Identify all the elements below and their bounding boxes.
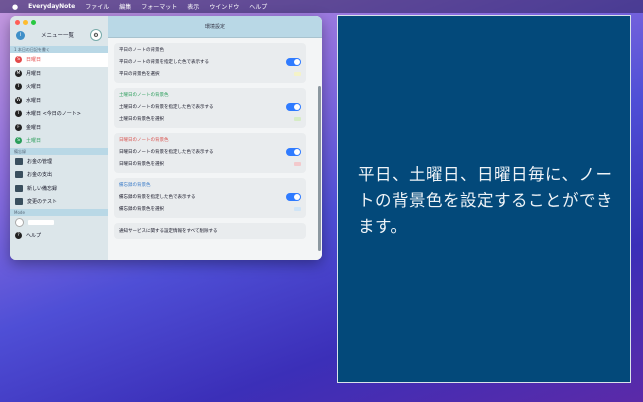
sidebar-item-label: 土曜日 <box>26 138 42 145</box>
weekday-color-group: 平日のノートの背景色 平日のノートの背景を指定した色で表示する 平日の背景色を選… <box>114 43 306 83</box>
sidebar-item-label: ヘルプ <box>26 233 42 240</box>
sidebar-item-label: 金曜日 <box>26 124 42 131</box>
group-option-label: 平日のノートの背景を指定した色で表示する <box>119 60 209 65</box>
saturday-color-group: 土曜日のノートの背景色 土曜日のノートの背景を指定した色で表示する 土曜日の背景… <box>114 88 306 128</box>
sidebar-item-thursday[interactable]: T 木曜日 <今日のノート> <box>10 107 108 121</box>
memo-color-group: 備忘録の背景色 備忘録の背景を指定した色で表示する 備忘録の背景色を選択 <box>114 178 306 218</box>
apple-icon[interactable]: ● <box>12 3 18 11</box>
menu-app-name[interactable]: EverydayNote <box>28 3 75 10</box>
sidebar-item-friday[interactable]: F 金曜日 <box>10 121 108 135</box>
weekday-color-toggle[interactable] <box>286 58 301 66</box>
sunday-color-group: 日曜日のノートの背景色 日曜日のノートの背景を指定した色で表示する 日曜日の背景… <box>114 133 306 173</box>
mode-placeholder <box>28 219 54 225</box>
promo-panel: 平日、土曜日、日曜日毎に、ノートの背景色を設定することができます。 <box>337 15 631 383</box>
group-title: 日曜日のノートの背景色 <box>119 138 169 143</box>
sidebar-item-label: 新しい備忘録 <box>27 185 58 192</box>
minimize-button[interactable] <box>23 20 28 25</box>
group-option-label: 日曜日のノートの背景を指定した色で表示する <box>119 150 214 155</box>
sidebar-item-label: 月曜日 <box>26 70 42 77</box>
thursday-badge-icon: T <box>15 110 22 118</box>
zoom-button[interactable] <box>31 20 36 25</box>
weekday-color-well[interactable] <box>294 72 301 76</box>
saturday-badge-icon: S <box>15 137 22 145</box>
sidebar-memo-item[interactable]: 変更のテスト <box>10 195 108 209</box>
sidebar-item-mode[interactable] <box>10 216 108 230</box>
memo-icon <box>15 198 23 206</box>
memo-icon <box>15 171 23 179</box>
menu-bar: ● EverydayNote ファイル 編集 フォーマット 表示 ウインドウ ヘ… <box>0 0 643 13</box>
sidebar-item-sunday[interactable]: S 日曜日 <box>10 53 108 67</box>
settings-scrollbar[interactable] <box>318 86 321 251</box>
sidebar-item-monday[interactable]: M 月曜日 <box>10 67 108 81</box>
menu-file[interactable]: ファイル <box>85 2 109 11</box>
sidebar-item-wednesday[interactable]: W 水曜日 <box>10 94 108 108</box>
sidebar-item-label: お金の管理 <box>27 158 53 165</box>
sunday-color-well[interactable] <box>294 162 301 166</box>
sidebar-item-label: 変更のテスト <box>27 199 58 206</box>
delete-notification-settings-label: 通知サービスに関する設定情報をすべて削除する <box>119 229 218 234</box>
menu-edit[interactable]: 編集 <box>119 2 131 11</box>
delete-notification-settings-row[interactable]: 通知サービスに関する設定情報をすべて削除する <box>119 225 301 237</box>
memo-color-well[interactable] <box>294 207 301 211</box>
help-icon: ? <box>15 232 22 240</box>
sidebar-item-label: お金の支出 <box>27 172 53 179</box>
menu-help[interactable]: ヘルプ <box>249 2 267 11</box>
close-button[interactable] <box>15 20 20 25</box>
saturday-color-toggle[interactable] <box>286 103 301 111</box>
group-option-label: 土曜日の背景色を選択 <box>119 117 164 122</box>
section-memo: 備忘録 <box>10 147 108 155</box>
info-icon[interactable]: i <box>16 30 25 40</box>
sidebar-item-label: 木曜日 <今日のノート> <box>26 111 81 118</box>
group-title: 備忘録の背景色 <box>119 183 151 188</box>
sidebar-memo-item[interactable]: 新しい備忘録 <box>10 182 108 196</box>
sidebar-memo-item[interactable]: お金の管理 <box>10 155 108 169</box>
sunday-color-toggle[interactable] <box>286 148 301 156</box>
group-option-label: 備忘録の背景色を選択 <box>119 207 164 212</box>
promo-caption: 平日、土曜日、日曜日毎に、ノートの背景色を設定することができます。 <box>358 165 613 236</box>
settings-panel: 環境設定 平日のノートの背景色 平日のノートの背景を指定した色で表示する 平日の… <box>108 16 322 260</box>
memo-color-toggle[interactable] <box>286 193 301 201</box>
group-option-label: 土曜日のノートの背景を指定した色で表示する <box>119 105 214 110</box>
sidebar-item-saturday[interactable]: S 土曜日 <box>10 134 108 148</box>
section-mode: Mode <box>10 208 108 216</box>
sidebar-header: i メニュー一覧 ⚙ <box>10 26 108 44</box>
sidebar-item-label: 日曜日 <box>26 57 42 64</box>
sidebar-item-tuesday[interactable]: T 火曜日 <box>10 80 108 94</box>
sidebar-title: メニュー一覧 <box>40 33 74 39</box>
sidebar-item-help[interactable]: ? ヘルプ <box>10 229 108 243</box>
sidebar-item-label: 水曜日 <box>26 97 42 104</box>
app-window: i メニュー一覧 ⚙ 1 本日の日記を書く S 日曜日 M 月曜日 T 火曜日 … <box>10 16 322 260</box>
sunday-badge-icon: S <box>15 56 22 64</box>
tuesday-badge-icon: T <box>15 83 22 91</box>
friday-badge-icon: F <box>15 123 22 131</box>
monday-badge-icon: M <box>15 69 22 77</box>
menu-window[interactable]: ウインドウ <box>209 2 239 11</box>
group-title: 平日のノートの背景色 <box>119 48 164 53</box>
group-option-label: 備忘録の背景を指定した色で表示する <box>119 195 196 200</box>
sidebar-item-label: 火曜日 <box>26 84 42 91</box>
sidebar: i メニュー一覧 ⚙ 1 本日の日記を書く S 日曜日 M 月曜日 T 火曜日 … <box>10 16 109 260</box>
mode-icon <box>15 217 24 227</box>
section-today: 1 本日の日記を書く <box>10 46 108 53</box>
settings-title: 環境設定 <box>108 16 322 38</box>
window-controls <box>15 20 36 25</box>
memo-icon <box>15 184 23 192</box>
group-option-label: 日曜日の背景色を選択 <box>119 162 164 167</box>
group-option-label: 平日の背景色を選択 <box>119 72 160 77</box>
menu-view[interactable]: 表示 <box>187 2 199 11</box>
wednesday-badge-icon: W <box>15 96 22 104</box>
sidebar-memo-item[interactable]: お金の支出 <box>10 168 108 182</box>
memo-icon <box>15 157 23 165</box>
notification-group: 通知サービスに関する設定情報をすべて削除する <box>114 223 306 239</box>
settings-icon[interactable]: ⚙ <box>89 29 102 41</box>
group-title: 土曜日のノートの背景色 <box>119 93 169 98</box>
saturday-color-well[interactable] <box>294 117 301 121</box>
menu-format[interactable]: フォーマット <box>141 2 177 11</box>
